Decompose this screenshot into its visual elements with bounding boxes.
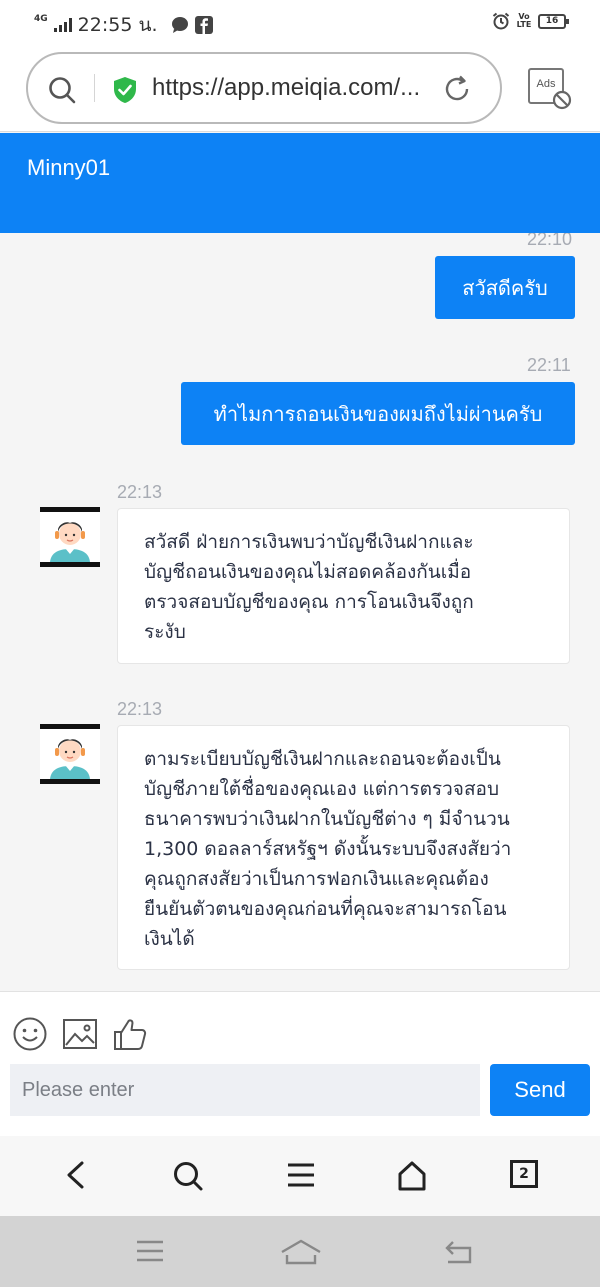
browser-toolbar: https://app.meiqia.com/... Ads: [0, 44, 600, 132]
home-icon[interactable]: [396, 1160, 428, 1192]
incoming-message[interactable]: สวัสดี ฝ่ายการเงินพบว่าบัญชีเงินฝากและ บ…: [117, 508, 570, 664]
browser-bottom-bar: 2: [0, 1136, 600, 1216]
system-navigation-bar: [0, 1216, 600, 1287]
clock: 22:55 น.: [77, 14, 158, 36]
system-back-icon[interactable]: [442, 1238, 474, 1266]
message-notification-icon: [172, 17, 189, 33]
ad-block-button[interactable]: Ads: [528, 68, 572, 112]
agent-avatar-icon: [50, 739, 90, 779]
message-line: ระงับ: [144, 621, 186, 643]
image-icon[interactable]: [62, 1016, 98, 1052]
battery-icon: 16: [538, 13, 569, 29]
message-line: ธนาคารพบว่าเงินฝากในบัญชีต่าง ๆ มีจำนวน: [144, 808, 510, 830]
message-time: 22:11: [527, 355, 571, 375]
message-time: 22:13: [117, 482, 163, 502]
message-input[interactable]: [10, 1064, 480, 1116]
back-icon[interactable]: [62, 1160, 90, 1190]
message-line: ตรวจสอบบัญชีของคุณ การโอนเงินจึงถูก: [144, 591, 474, 613]
outgoing-message[interactable]: สวัสดีครับ: [435, 256, 575, 319]
outgoing-message[interactable]: ทำไมการถอนเงินของผมถึงไม่ผ่านครับ: [181, 382, 575, 445]
chat-header: Minny01: [0, 133, 600, 233]
send-button[interactable]: Send: [490, 1064, 590, 1116]
menu-icon[interactable]: [286, 1160, 316, 1190]
message-line: คุณถูกสงสัยว่าเป็นการฟอกเงินและคุณต้อง: [144, 868, 489, 890]
status-bar: 4G 22:55 น. Vo LTE 16: [0, 0, 600, 44]
message-line: 1,300 ดอลลาร์สหรัฐฯ ดังนั้นระบบจึงสงสัยว…: [144, 838, 512, 860]
url-text[interactable]: https://app.meiqia.com/...: [152, 74, 444, 102]
message-composer: Send: [0, 991, 600, 1136]
secure-shield-icon[interactable]: [112, 76, 138, 104]
address-bar[interactable]: https://app.meiqia.com/...: [26, 52, 502, 124]
message-line: ตามระเบียบบัญชีเงินฝากและถอนจะต้องเป็น: [144, 748, 501, 770]
message-time: 22:10: [527, 233, 573, 249]
agent-avatar: [40, 507, 100, 567]
message-line: บัญชีภายใต้ชื่อของคุณเอง แต่การตรวจสอบ: [144, 778, 500, 800]
emoji-icon[interactable]: [12, 1016, 48, 1052]
facebook-notification-icon: [195, 16, 214, 34]
message-line: เงินได้: [144, 928, 195, 950]
message-line: บัญชีถอนเงินของคุณไม่สอดคล้องกันเมื่อ: [144, 561, 472, 583]
network-type: 4G: [34, 13, 48, 24]
message-line: สวัสดี ฝ่ายการเงินพบว่าบัญชีเงินฝากและ: [144, 531, 474, 553]
signal-icon: [53, 18, 72, 32]
volte-indicator: Vo LTE: [516, 12, 532, 29]
agent-avatar: [40, 724, 100, 784]
agent-avatar-icon: [50, 522, 90, 562]
message-list[interactable]: 22:10 สวัสดีครับ 22:11 ทำไมการถอนเงินของ…: [0, 233, 600, 991]
block-icon: [552, 90, 572, 110]
search-icon[interactable]: [172, 1160, 204, 1192]
system-home-icon[interactable]: [280, 1238, 322, 1266]
message-line: ยืนยันตัวตนของคุณก่อนที่คุณจะสามารถโอน: [144, 898, 507, 920]
battery-level: 16: [545, 16, 559, 26]
agent-name: Minny01: [27, 155, 111, 180]
search-icon[interactable]: [48, 76, 76, 104]
thumbs-up-icon[interactable]: [112, 1016, 148, 1052]
message-text: ทำไมการถอนเงินของผมถึงไม่ผ่านครับ: [213, 401, 543, 426]
address-divider: [94, 74, 95, 102]
message-time: 22:13: [117, 699, 163, 719]
message-text: สวัสดีครับ: [462, 275, 548, 300]
reload-icon[interactable]: [442, 74, 472, 104]
recent-apps-icon[interactable]: [135, 1238, 165, 1264]
incoming-message[interactable]: ตามระเบียบบัญชีเงินฝากและถอนจะต้องเป็น บ…: [117, 725, 570, 970]
tabs-button[interactable]: 2: [510, 1160, 538, 1188]
alarm-icon: [492, 12, 510, 30]
